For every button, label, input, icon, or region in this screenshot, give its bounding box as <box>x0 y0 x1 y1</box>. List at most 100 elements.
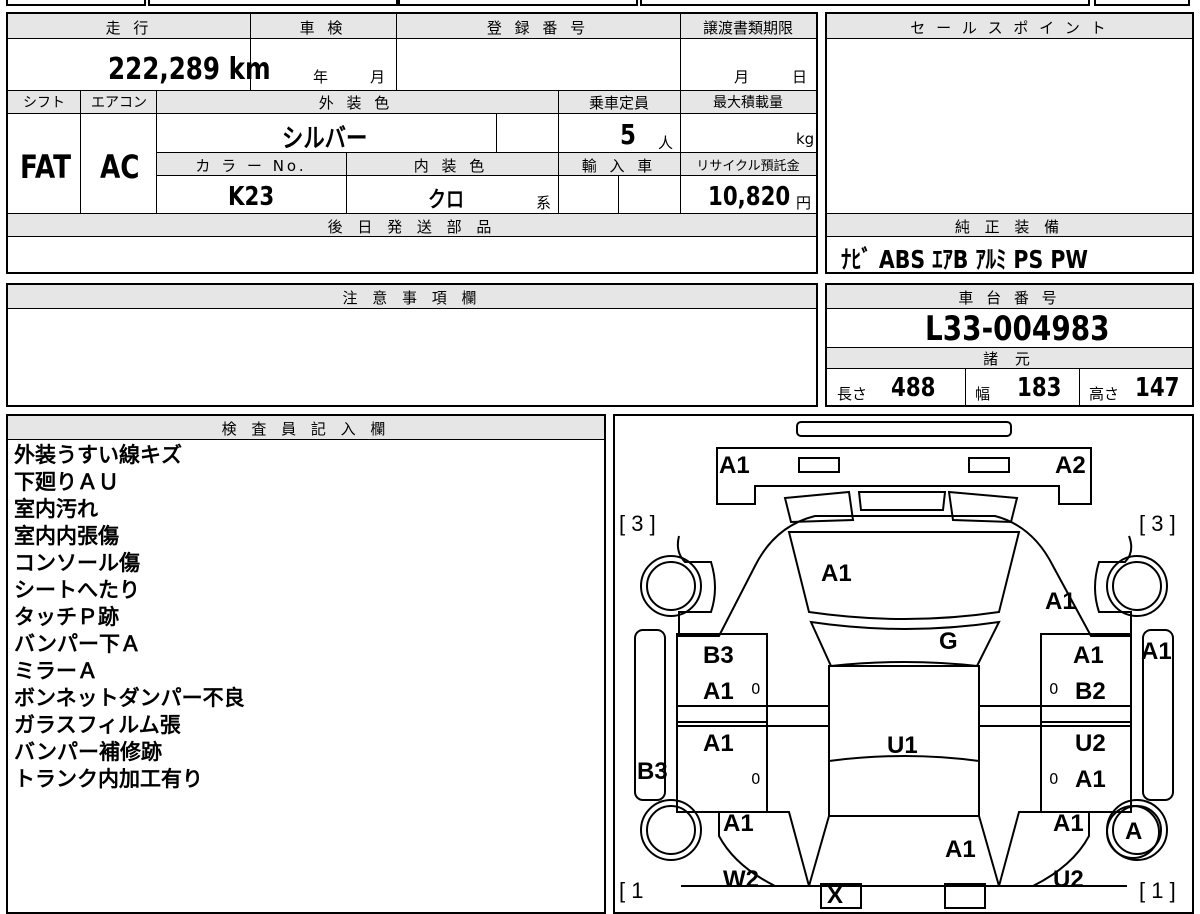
height-label: 高さ <box>1089 385 1120 403</box>
damage-mark-front-door-right-top: A1 <box>1073 642 1104 669</box>
damage-mark-rear-fender-right: A1 <box>1053 810 1084 837</box>
capacity-label: 乗車定員 <box>588 94 649 112</box>
sales-point-box: セ ー ル ス ポ イ ン ト 純 正 装 備 ﾅﾋﾞ ABS ｴｱB ｱﾙﾐ … <box>825 12 1194 274</box>
note-line: 外装うすい線キズ <box>14 443 182 467</box>
damage-mark-rear-wheel-right: A <box>1125 818 1143 845</box>
note-line: ガラスフィルム張 <box>14 713 181 737</box>
reg-no-label: 登 録 番 号 <box>486 19 590 37</box>
damage-mark-front-door-left-top: B3 <box>703 642 734 669</box>
chassis-label: 車 台 番 号 <box>958 289 1061 307</box>
inspector-notes-box: 検 査 員 記 入 欄 外装うすい線キズ 下廻りＡＵ 室内汚れ 室内内張傷 コン… <box>6 414 606 914</box>
top-cutoff-cell <box>6 0 146 6</box>
damage-mark-mirror-right: A1 <box>1141 638 1172 665</box>
note-line: コンソール傷 <box>14 551 140 575</box>
int-color-label: 内 装 色 <box>413 157 489 175</box>
damage-mark-rocker-left: B3 <box>637 758 668 785</box>
int-color-value: クロ <box>428 188 465 213</box>
zero-mark: 0 <box>1049 680 1059 698</box>
inspector-label: 検 査 員 記 入 欄 <box>221 420 391 438</box>
width-label: 幅 <box>975 385 991 403</box>
recycle-label: リサイクル預託金 <box>696 159 800 174</box>
max-load-label: 最大積載量 <box>713 95 783 111</box>
damage-mark-hood: A1 <box>821 560 852 587</box>
chassis-value: L33-004983 <box>925 309 1110 349</box>
damage-mark-rear-door-right: A1 <box>1075 766 1106 793</box>
top-cutoff-cell <box>398 0 638 6</box>
deadline-day-unit: 日 <box>792 68 808 86</box>
specs-label: 諸 元 <box>983 350 1036 368</box>
length-value: 488 <box>891 373 936 403</box>
recycle-unit: 円 <box>796 194 812 212</box>
parts-label: 後 日 発 送 部 品 <box>327 218 497 236</box>
ac-value: AC <box>100 148 140 186</box>
note-line: 下廻りＡＵ <box>14 470 119 494</box>
deadline-month-unit: 月 <box>734 68 750 86</box>
note-line: シートへたり <box>14 578 140 602</box>
capacity-unit: 人 <box>658 134 674 152</box>
top-cutoff-cell <box>640 0 1090 6</box>
sales-point-label: セ ー ル ス ポ イ ン ト <box>910 19 1109 37</box>
top-cutoff-cell <box>1094 0 1190 6</box>
caution-box: 注 意 事 項 欄 <box>6 283 818 407</box>
height-value: 147 <box>1135 373 1180 403</box>
car-outline <box>634 421 1174 909</box>
note-line: 室内内張傷 <box>14 524 119 548</box>
damage-mark-rear-door-right-top: U2 <box>1075 730 1106 757</box>
damage-mark-rear-door-left: A1 <box>703 730 734 757</box>
damage-mark-front-door-left: A1 <box>703 678 734 705</box>
tire-rear-right-mark: [ 1 ] <box>1139 878 1176 903</box>
damage-mark-rear-bumper-left: W2 <box>723 866 759 893</box>
damage-mark-front-bumper-right: A2 <box>1055 452 1086 479</box>
damage-mark-rear-fender-left: A1 <box>723 810 754 837</box>
damage-mark-roof: U1 <box>887 732 918 759</box>
color-no-label: カ ラ ー No. <box>195 157 307 175</box>
damage-mark-front-bumper-left: A1 <box>719 452 750 479</box>
shaken-month-unit: 月 <box>370 68 386 86</box>
note-line: トランク内加工有り <box>14 767 203 791</box>
int-color-suffix: 系 <box>536 194 552 212</box>
zero-mark: 0 <box>751 770 761 788</box>
genuine-equip-value: ﾅﾋﾞ ABS ｴｱB ｱﾙﾐ PS PW <box>841 245 1088 274</box>
zero-mark: 0 <box>1049 770 1059 788</box>
inspector-notes-list: 外装うすい線キズ 下廻りＡＵ 室内汚れ 室内内張傷 コンソール傷 シートへたり … <box>14 442 594 793</box>
capacity-value: 5 <box>620 118 636 151</box>
note-line: タッチＰ跡 <box>14 605 119 629</box>
genuine-equip-label: 純 正 装 備 <box>954 218 1065 236</box>
note-line: ボンネットダンパー不良 <box>14 686 245 710</box>
damage-mark-trunk: A1 <box>945 836 976 863</box>
ac-label: エアコン <box>91 95 147 111</box>
top-cutoff-cell <box>148 0 398 6</box>
note-line: 室内汚れ <box>14 497 98 521</box>
mileage-value: 222,289 km <box>108 52 271 87</box>
car-damage-diagram: [ 3 ] [ 3 ] [ 1 [ 1 ] A1 A2 A1 A1 G B3 A… <box>613 414 1194 914</box>
damage-mark-windshield: G <box>939 628 958 655</box>
vehicle-info-table: 走 行 車 検 登 録 番 号 譲渡書類期限 222,289 km 年 月 月 … <box>6 12 818 274</box>
transfer-deadline-label: 譲渡書類期限 <box>702 19 793 37</box>
ext-color-value: シルバー <box>282 124 368 154</box>
width-value: 183 <box>1017 373 1062 403</box>
recycle-value: 10,820 <box>708 182 791 212</box>
shaken-label: 車 検 <box>299 19 347 37</box>
color-no-value: K23 <box>228 182 275 212</box>
max-load-unit: kg <box>796 130 815 148</box>
tire-front-right-mark: [ 3 ] <box>1139 511 1176 536</box>
shaken-year-unit: 年 <box>313 68 329 86</box>
shift-value: FAT <box>20 148 72 186</box>
tire-rear-left-mark: [ 1 <box>619 878 644 903</box>
chassis-box: 車 台 番 号 L33-004983 諸 元 長さ 488 幅 183 高さ 1… <box>825 283 1194 407</box>
note-line: バンパー補修跡 <box>14 740 163 764</box>
damage-mark-front-door-right: B2 <box>1075 678 1106 705</box>
caution-label: 注 意 事 項 欄 <box>342 289 482 307</box>
import-label: 輸 入 車 <box>581 157 657 175</box>
note-line: ミラーＡ <box>14 659 98 683</box>
ext-color-label: 外 装 色 <box>318 94 394 112</box>
damage-mark-rear-bumper-right: U2 <box>1053 866 1084 893</box>
damage-mark-rear-bumper-center: X <box>827 882 844 909</box>
note-line: バンパー下Ａ <box>14 632 142 656</box>
shift-label: シフト <box>23 95 65 111</box>
length-label: 長さ <box>837 385 868 403</box>
zero-mark: 0 <box>751 680 761 698</box>
damage-mark-front-fender-right: A1 <box>1045 588 1076 615</box>
mileage-label: 走 行 <box>105 19 153 37</box>
tire-front-left-mark: [ 3 ] <box>619 511 656 536</box>
